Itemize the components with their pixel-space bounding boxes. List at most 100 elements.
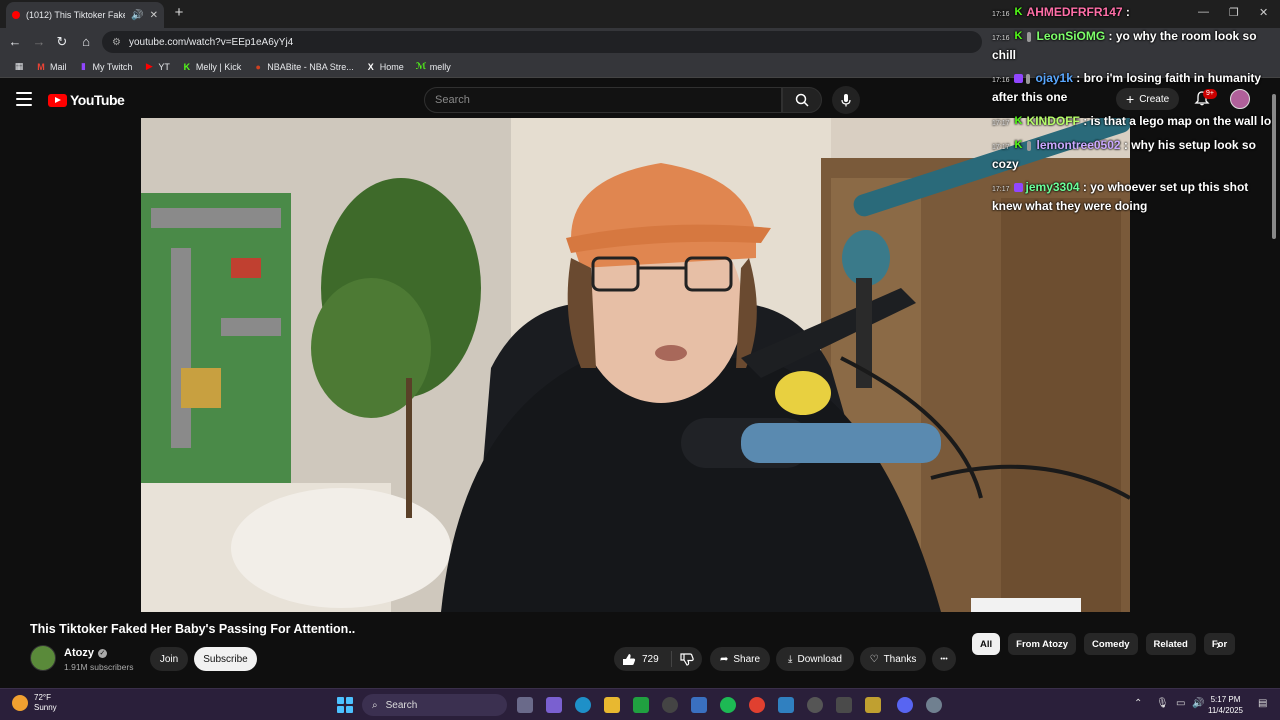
chat-username[interactable]: KINDOFF (1027, 114, 1080, 128)
subscriber-badge-icon (1025, 73, 1030, 84)
speaker-icon[interactable]: 🔊 (131, 10, 143, 21)
subscribe-button[interactable]: Subscribe (194, 647, 257, 671)
volume-icon[interactable]: 🔊 (1192, 698, 1204, 709)
thanks-button[interactable]: ♡ Thanks (860, 647, 926, 671)
chat-username[interactable]: AHMEDFRFR147 (1027, 5, 1123, 19)
youtube-icon: ▶ (145, 61, 153, 71)
apps-grid-icon[interactable]: ▦ (8, 56, 30, 78)
youtube-favicon-icon (12, 11, 20, 19)
search-input[interactable]: Search (424, 87, 782, 113)
video-title: This Tiktoker Faked Her Baby's Passing F… (30, 622, 356, 636)
chat-text: : bro i'm losing faith in humanity after… (992, 71, 1262, 104)
taskbar-search[interactable]: ⌕ Search (362, 694, 507, 716)
related-filter-chips: All From Atozy Comedy Related For (972, 633, 1236, 657)
bookmark-item[interactable]: M Mail (30, 56, 73, 78)
search-button[interactable] (782, 87, 822, 113)
chrome-icon[interactable] (749, 697, 765, 713)
menu-icon[interactable] (16, 92, 32, 106)
chat-timestamp: 17:16 (992, 11, 1010, 18)
windows-taskbar: 72°F Sunny ⌕ Search ⌃ 🎙 ▭ 🔊 5:17 PM 11/4… (0, 688, 1280, 720)
video-player[interactable] (141, 118, 1130, 612)
subscriber-badge-icon (1026, 31, 1031, 42)
app-icon[interactable] (865, 697, 881, 713)
bookmark-label: NBABite - NBA Stre... (267, 61, 354, 72)
weather-widget[interactable]: 72°F Sunny (12, 693, 57, 713)
reload-button[interactable]: ↻ (53, 33, 71, 51)
browser-tab[interactable]: (1012) This Tiktoker Faked 🔊 ✕ (6, 2, 164, 28)
chat-text: : is that a lego map on the wall lol (1083, 114, 1275, 128)
download-button[interactable]: ⤓ Download (776, 647, 854, 671)
subscriber-badge-icon (1026, 140, 1031, 151)
verified-check-icon: ✓ (97, 648, 107, 658)
dislike-button[interactable] (672, 652, 702, 666)
tray-chevron-icon[interactable]: ⌃ (1134, 698, 1142, 709)
chat-message: 17:17 Klemontree0502 : why his setup look… (992, 137, 1278, 173)
bookmark-label: melly (429, 61, 451, 72)
tray-mic-icon[interactable]: 🎙 (1156, 698, 1169, 709)
notification-center-icon[interactable]: ▤ (1258, 698, 1267, 709)
bookmark-item[interactable]: K Melly | Kick (176, 56, 247, 78)
chevron-right-icon[interactable]: › (1216, 636, 1221, 652)
copilot-icon[interactable] (546, 697, 562, 713)
youtube-logo[interactable]: YouTube (48, 92, 125, 108)
more-actions-button[interactable]: ••• (932, 647, 956, 671)
store-icon[interactable] (691, 697, 707, 713)
taskbar-search-icon: ⌕ (372, 699, 378, 711)
tab-title: (1012) This Tiktoker Faked (26, 10, 126, 20)
forward-button[interactable]: → (30, 33, 48, 51)
start-button[interactable] (337, 697, 353, 713)
discord-icon[interactable] (897, 697, 913, 713)
x-icon: X (367, 61, 374, 72)
filter-chip[interactable]: Related (1145, 633, 1196, 655)
home-button[interactable]: ⌂ (77, 33, 95, 51)
filter-chip[interactable]: All (972, 633, 1001, 655)
share-button[interactable]: ➦ Share (710, 647, 770, 671)
steam-icon[interactable] (662, 697, 678, 713)
bookmark-item[interactable]: ℳmelly (410, 56, 457, 78)
filter-chip[interactable]: Comedy (1084, 633, 1138, 655)
bookmark-item[interactable]: ▶ YT (138, 56, 176, 78)
site-info-icon[interactable]: ⚙ (112, 37, 121, 48)
filter-chip[interactable]: From Atozy (1008, 633, 1077, 655)
join-button[interactable]: Join (150, 647, 188, 671)
bookmark-item[interactable]: ▮ My Twitch (73, 56, 139, 78)
chat-timestamp: 17:17 (992, 144, 1010, 151)
twitch-icon: ▮ (81, 61, 86, 71)
photos-icon[interactable] (778, 697, 794, 713)
clock-time: 5:17 PM (1210, 695, 1241, 704)
chat-message: 17:17 K KINDOFF : is that a lego map on th… (992, 113, 1278, 132)
like-button[interactable]: 729 (614, 651, 672, 667)
new-tab-button[interactable]: + (170, 4, 188, 22)
chat-username[interactable]: LeonSiOMG (1037, 29, 1106, 43)
edge-icon[interactable] (575, 697, 591, 713)
kick-icon: K (183, 61, 191, 72)
tab-close-icon[interactable]: ✕ (150, 10, 158, 21)
chat-message: 17:16 K LeonSiOMG : yo why the room look s… (992, 28, 1278, 64)
media-player-icon[interactable] (807, 697, 823, 713)
chat-text: : (1125, 5, 1130, 19)
bookmark-item[interactable]: ● NBABite - NBA Stre... (247, 56, 360, 78)
terminal-icon[interactable] (836, 697, 852, 713)
channel-name[interactable]: Atozy ✓ (64, 647, 107, 659)
scrollbar-thumb[interactable] (1272, 94, 1276, 239)
share-label: Share (733, 653, 761, 665)
task-view-icon[interactable] (517, 697, 533, 713)
settings-gear-icon[interactable] (926, 697, 942, 713)
network-icon[interactable]: ▭ (1176, 698, 1185, 709)
bookmark-label: Mail (50, 61, 67, 72)
xbox-icon[interactable] (633, 697, 649, 713)
voice-search-button[interactable] (832, 86, 860, 114)
bookmark-item[interactable]: X Home (360, 56, 410, 78)
back-button[interactable]: ← (6, 33, 24, 51)
system-clock[interactable]: 5:17 PM 11/4/2025 (1208, 694, 1243, 716)
chat-username[interactable]: ojay1k (1036, 71, 1073, 85)
file-explorer-icon[interactable] (604, 697, 620, 713)
nbabite-icon: ● (255, 61, 261, 72)
url-field[interactable]: ⚙ youtube.com/watch?v=EEp1eA6yYj4 (102, 31, 982, 53)
spotify-icon[interactable] (720, 697, 736, 713)
page-scrollbar[interactable] (1270, 82, 1278, 682)
channel-avatar[interactable] (30, 645, 56, 671)
chat-message: 17:17 jemy3304 : yo whoever set up this s… (992, 179, 1278, 215)
chat-username[interactable]: jemy3304 (1026, 180, 1080, 194)
chat-username[interactable]: lemontree0502 (1037, 138, 1121, 152)
